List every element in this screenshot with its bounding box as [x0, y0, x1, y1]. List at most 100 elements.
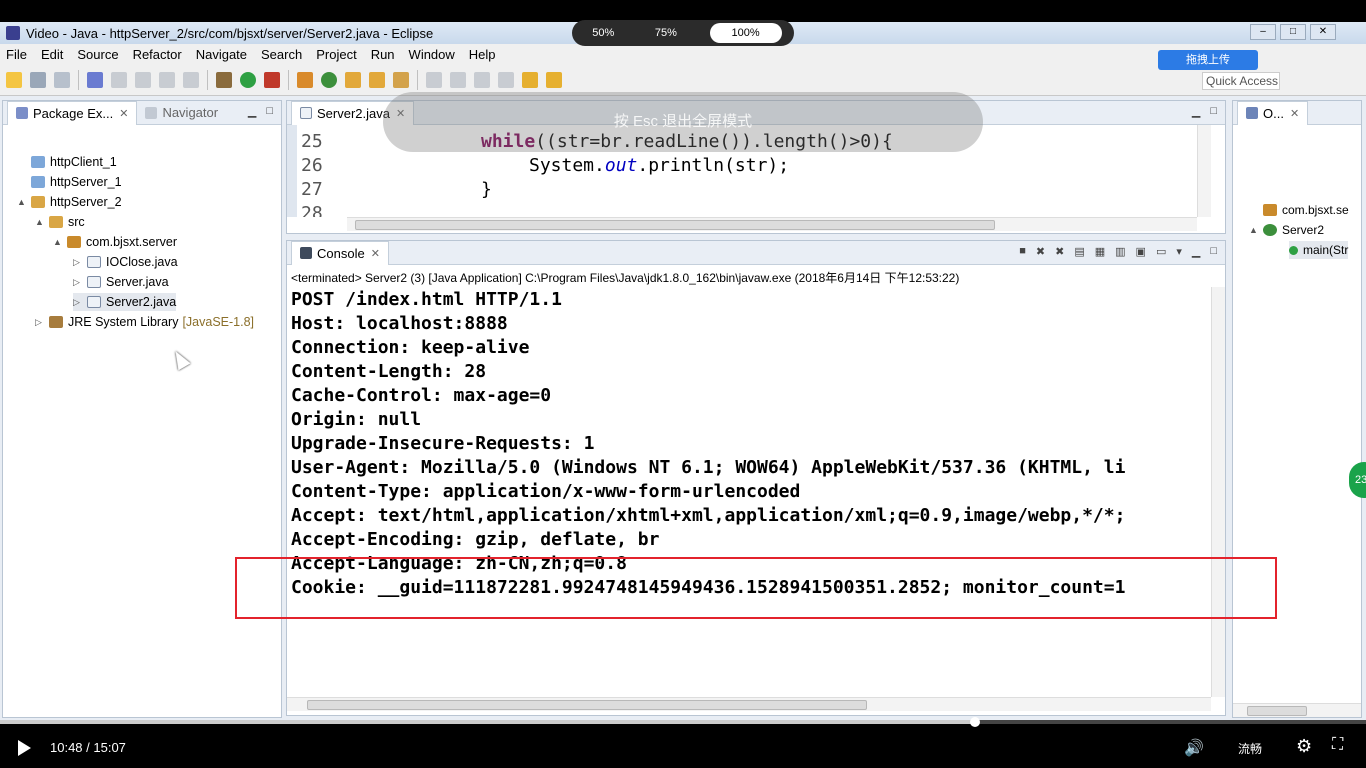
remove-launch-icon[interactable]: ✖ [1036, 245, 1045, 258]
menu-project[interactable]: Project [316, 47, 356, 62]
disconnect-icon[interactable] [183, 71, 199, 88]
maximize-icon[interactable]: □ [266, 105, 273, 118]
code-line[interactable]: System.out.println(str); [529, 155, 789, 176]
back-icon[interactable] [522, 71, 538, 88]
outline-item[interactable]: com.bjsxt.se [1263, 201, 1349, 219]
console-vertical-scrollbar[interactable] [1211, 287, 1225, 697]
progress-track[interactable] [0, 717, 1366, 727]
volume-icon[interactable]: 🔊 [1184, 738, 1204, 758]
close-icon[interactable]: ✕ [371, 247, 380, 260]
tree-item[interactable]: ▲ httpServer_2 [17, 193, 122, 211]
tree-item[interactable]: httpClient_1 [17, 153, 117, 171]
twisty-icon[interactable]: ▷ [73, 277, 83, 288]
twisty-icon[interactable]: ▲ [35, 217, 45, 227]
twisty-icon[interactable]: ▲ [1249, 225, 1259, 235]
open-console-icon[interactable]: ▾ [1176, 245, 1182, 258]
minimize-button[interactable]: – [1250, 24, 1276, 40]
open-folder-icon[interactable] [369, 71, 385, 88]
tab-package-explorer[interactable]: Package Ex... ✕ [7, 100, 138, 125]
new-icon[interactable] [6, 71, 22, 88]
gear-icon[interactable]: ⚙ [1296, 736, 1312, 757]
resume-icon[interactable] [111, 71, 127, 88]
tree-item[interactable]: ▷ IOClose.java [73, 253, 178, 271]
pin-icon[interactable] [450, 71, 466, 88]
code-line[interactable]: } [481, 179, 492, 200]
external-tools-icon[interactable] [264, 71, 280, 88]
zoom-option-50[interactable]: 50% [584, 24, 622, 42]
menu-refactor[interactable]: Refactor [133, 47, 182, 62]
quick-access-input[interactable]: Quick Access [1202, 72, 1280, 90]
tree-item[interactable]: ▲ src [35, 213, 85, 231]
scroll-thumb[interactable] [355, 220, 995, 230]
twisty-icon[interactable]: ▷ [73, 297, 83, 308]
maximize-icon[interactable]: □ [1210, 245, 1217, 258]
close-icon[interactable]: ✕ [119, 107, 128, 120]
scroll-lock-icon[interactable]: ▦ [1095, 245, 1105, 258]
tab-outline[interactable]: O... ✕ [1237, 100, 1309, 125]
maximize-icon[interactable]: □ [1210, 105, 1217, 118]
debug-icon[interactable] [216, 71, 232, 88]
display-console-icon[interactable]: ▭ [1156, 245, 1166, 258]
annotation-icon[interactable] [426, 71, 442, 88]
tree-item[interactable]: ▷ Server.java [73, 273, 169, 291]
menu-file[interactable]: File [6, 47, 27, 62]
minimize-icon[interactable]: ▁ [248, 105, 256, 118]
suspend-icon[interactable] [135, 71, 151, 88]
twisty-icon[interactable]: ▲ [53, 237, 63, 247]
scroll-thumb[interactable] [307, 700, 867, 710]
open-type-icon[interactable] [345, 71, 361, 88]
editor-horizontal-scrollbar[interactable] [347, 217, 1197, 231]
word-wrap-icon[interactable]: ▥ [1115, 245, 1125, 258]
skip-breakpoints-icon[interactable] [87, 71, 103, 88]
terminate-icon[interactable] [159, 71, 175, 88]
exit-fullscreen-icon[interactable]: ⛶ [1332, 736, 1343, 754]
menu-edit[interactable]: Edit [41, 47, 63, 62]
clear-console-icon[interactable]: ▤ [1074, 245, 1084, 258]
save-icon[interactable] [30, 71, 46, 88]
tree-item[interactable]: ▲ com.bjsxt.server [53, 233, 177, 251]
tab-console[interactable]: Console ✕ [291, 240, 389, 265]
side-badge[interactable]: 23 [1349, 462, 1366, 498]
save-all-icon[interactable] [54, 71, 70, 88]
terminate-icon[interactable]: ■ [1019, 245, 1026, 258]
tab-navigator[interactable]: Navigator [137, 101, 226, 125]
menu-run[interactable]: Run [371, 47, 395, 62]
outline-item[interactable]: main(Str [1289, 241, 1349, 259]
twisty-icon[interactable]: ▷ [35, 317, 45, 328]
remove-all-icon[interactable]: ✖ [1055, 245, 1064, 258]
outline-horizontal-scrollbar[interactable] [1233, 703, 1361, 717]
tree-item-selected[interactable]: ▷ Server2.java [73, 293, 177, 311]
menu-search[interactable]: Search [261, 47, 302, 62]
minimize-icon[interactable]: ▁ [1192, 245, 1200, 258]
scroll-thumb[interactable] [1247, 706, 1307, 716]
quality-selector[interactable]: 流畅 [1238, 740, 1262, 757]
new-package-icon[interactable] [297, 71, 313, 88]
zoom-option-75[interactable]: 75% [647, 24, 685, 42]
next-annotation-icon[interactable] [474, 71, 490, 88]
close-icon[interactable]: ✕ [1290, 107, 1299, 120]
tree-item[interactable]: ▷ JRE System Library [JavaSE-1.8] [35, 313, 254, 331]
run-icon[interactable] [240, 71, 256, 88]
new-class-icon[interactable] [321, 71, 337, 88]
search-icon[interactable] [393, 71, 409, 88]
forward-icon[interactable] [546, 71, 562, 88]
menu-window[interactable]: Window [409, 47, 455, 62]
prev-annotation-icon[interactable] [498, 71, 514, 88]
twisty-icon[interactable]: ▷ [73, 257, 83, 268]
editor-vertical-scrollbar[interactable] [1197, 125, 1211, 217]
play-icon[interactable] [18, 740, 31, 756]
twisty-icon[interactable]: ▲ [17, 197, 27, 207]
zoom-option-100[interactable]: 100% [709, 23, 782, 43]
upload-button[interactable]: 拖拽上传 [1158, 50, 1258, 70]
menu-help[interactable]: Help [469, 47, 496, 62]
minimize-icon[interactable]: ▁ [1192, 105, 1200, 118]
outline-item[interactable]: ▲ Server2 [1249, 221, 1324, 239]
menu-navigate[interactable]: Navigate [196, 47, 247, 62]
pin-console-icon[interactable]: ▣ [1136, 245, 1146, 258]
progress-knob[interactable] [970, 717, 981, 727]
maximize-button[interactable]: □ [1280, 24, 1306, 40]
menu-source[interactable]: Source [77, 47, 118, 62]
close-button[interactable]: ✕ [1310, 24, 1336, 40]
tree-item[interactable]: httpServer_1 [17, 173, 122, 191]
console-horizontal-scrollbar[interactable] [287, 697, 1211, 711]
